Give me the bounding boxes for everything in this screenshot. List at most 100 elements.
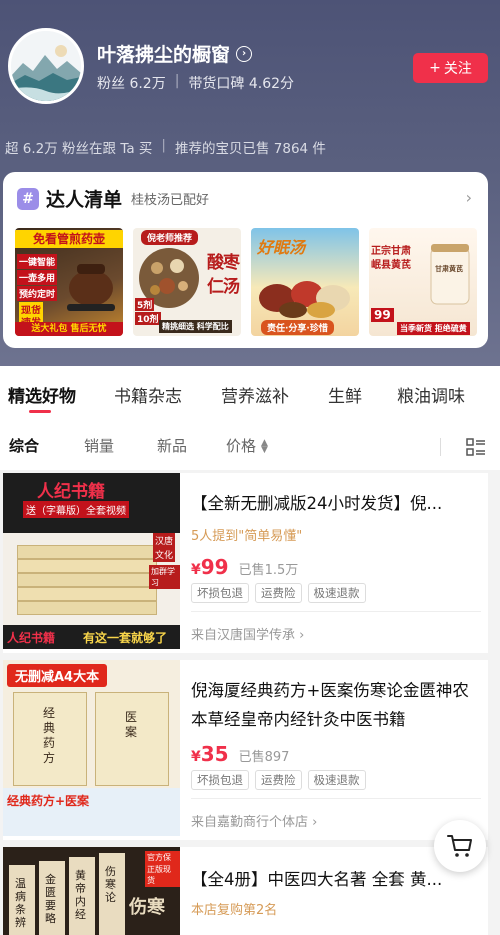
book-stack xyxy=(17,545,157,615)
sort-comprehensive[interactable]: 综合 xyxy=(9,435,39,456)
thumb-text: 送大礼包 售后无忧 xyxy=(15,322,123,336)
curated-thumb[interactable]: 免看管煎药壶 一键智能 一壶多用 预约定时 现货 速发 送大礼包 售后无忧 xyxy=(15,228,123,336)
tab-indicator xyxy=(29,410,51,413)
product-tags: 坏损包退 运费险 极速退款 xyxy=(191,583,366,603)
stats-sold: 推荐的宝贝已售 7864 件 xyxy=(174,141,326,157)
product-price: ¥35 xyxy=(191,742,229,766)
image-text: 经典药方+医案 xyxy=(7,794,90,808)
chevron-right-icon[interactable]: › xyxy=(466,188,472,207)
tab-fresh[interactable]: 生鲜 xyxy=(328,382,362,407)
curated-list-card[interactable]: # 达人清单 桂枝汤已配好 › 免看管煎药壶 一键智能 一壶多用 预约定时 现货… xyxy=(3,172,488,348)
image-text: 金匮要略 xyxy=(45,873,56,925)
shop-name[interactable]: 叶落拂尘的橱窗 › xyxy=(97,40,253,67)
thumb-text: 正宗甘肃 xyxy=(371,246,411,257)
divider: | xyxy=(174,73,180,89)
curated-thumb[interactable]: 倪老师推荐 酸 枣 仁 汤 5剂 10剂 精挑细选 科学配比 xyxy=(133,228,241,336)
product-card[interactable]: 人纪书籍 送（字幕版）全套视频 汉唐 文化 加群学习 人纪书籍 有这一套就够了 … xyxy=(3,473,488,653)
thumb-text: 当季新货 拒绝硫黄 xyxy=(397,322,470,335)
image-text: 伤寒论 xyxy=(105,865,116,904)
shop-avatar[interactable] xyxy=(8,28,84,104)
curated-subtitle: 桂枝汤已配好 xyxy=(131,193,210,208)
image-text: 医案 xyxy=(125,710,138,739)
product-tags: 坏损包退 运费险 极速退款 xyxy=(191,770,366,790)
product-title[interactable]: 【全4册】中医四大名著 全套 黄... xyxy=(191,865,475,894)
chevron-right-icon: › xyxy=(299,628,305,643)
curated-thumb[interactable]: 好眠汤 责任·分享·珍惜 xyxy=(251,228,359,336)
thumb-text: 预约定时 xyxy=(17,286,58,301)
thumb-text: 仁 xyxy=(207,277,224,297)
divider xyxy=(191,798,481,799)
shop-subinfo: 粉丝 6.2万 | 带货口碑 4.62分 xyxy=(97,73,294,93)
product-shop-link[interactable]: 来自汉唐国学传承 › xyxy=(191,624,304,643)
product-title[interactable]: 【全新无删减版24小时发货】倪... xyxy=(191,489,475,518)
image-text: 温病条辨 xyxy=(15,877,26,929)
product-price-row: ¥99 已售1.5万 xyxy=(191,555,298,579)
image-text: 正版现货 xyxy=(145,863,180,887)
thumb-text: 10剂 xyxy=(135,312,161,325)
product-image[interactable]: 人纪书籍 送（字幕版）全套视频 汉唐 文化 加群学习 人纪书籍 有这一套就够了 xyxy=(3,473,180,649)
thumb-text: 5剂 xyxy=(135,298,155,311)
thumb-text: 99 xyxy=(371,308,394,322)
sort-sales[interactable]: 销量 xyxy=(84,435,114,456)
sort-price-label: 价格 xyxy=(226,437,257,455)
shop-source: 来自嘉勤商行个体店 xyxy=(191,815,309,830)
image-text: 伤寒 xyxy=(129,897,165,918)
shop-name-text: 叶落拂尘的橱窗 xyxy=(97,44,231,66)
thumb-text: 免看管煎药壶 xyxy=(15,230,123,248)
plus-icon: + xyxy=(429,60,441,76)
shop-source: 来自汉唐国学传承 xyxy=(191,628,296,643)
service-tag: 运费险 xyxy=(255,770,302,790)
tab-nutrition[interactable]: 营养滋补 xyxy=(221,382,289,407)
service-tag: 坏损包退 xyxy=(191,770,249,790)
thumb-text: 一壶多用 xyxy=(17,270,58,285)
product-image[interactable]: 官方保障 正版现货 温病条辨 金匮要略 黄帝内经 伤寒论 伤寒 xyxy=(3,847,180,935)
product-shop-link[interactable]: 来自嘉勤商行个体店 › xyxy=(191,811,317,830)
sort-arrows-icon: ▲ ▼ xyxy=(261,437,268,455)
chevron-right-icon: › xyxy=(312,815,318,830)
image-text: 人纪书籍 xyxy=(7,631,56,645)
cart-icon xyxy=(447,835,472,857)
product-image[interactable]: 无删减A4大本 经典药方 医案 经典药方+医案 xyxy=(3,660,180,836)
product-hint: 本店复购第2名 xyxy=(191,903,278,918)
service-tag: 极速退款 xyxy=(307,583,366,603)
service-tag: 运费险 xyxy=(255,583,302,603)
image-text: 黄帝内经 xyxy=(75,869,86,921)
list-view-icon[interactable] xyxy=(466,438,486,456)
product-card[interactable]: 无删减A4大本 经典药方 医案 经典药方+医案 倪海厦经典药方+医案伤寒论金匮神… xyxy=(3,660,488,840)
rating-score: 带货口碑 4.62分 xyxy=(188,76,295,92)
image-text: 送（字幕版）全套视频 xyxy=(23,501,129,518)
curated-title: 达人清单 xyxy=(46,189,123,211)
tab-selected-goods[interactable]: 精选好物 xyxy=(8,382,76,407)
follow-label: 关注 xyxy=(443,61,472,77)
sort-new[interactable]: 新品 xyxy=(157,435,187,456)
divider: | xyxy=(161,137,166,153)
thumb-text: 一键智能 xyxy=(17,254,58,269)
thumb-text: 好眠汤 xyxy=(257,238,306,257)
product-title[interactable]: 倪海厦经典药方+医案伤寒论金匮神农本草经皇帝内经针灸中医书籍 xyxy=(191,676,475,734)
tab-books[interactable]: 书籍杂志 xyxy=(114,382,182,407)
fans-count: 粉丝 6.2万 xyxy=(97,76,166,92)
shop-stats: 超 6.2万 粉丝在跟 Ta 买 | 推荐的宝贝已售 7864 件 xyxy=(5,137,326,157)
hashtag-icon: # xyxy=(17,187,39,210)
thumb-text: 岷县黄芪 xyxy=(371,260,411,271)
curated-thumb[interactable]: 正宗甘肃 岷县黄芪 甘肃黄芪 99 当季新货 拒绝硫黄 xyxy=(369,228,477,336)
product-price-row: ¥35 已售897 xyxy=(191,742,289,766)
price-value: 35 xyxy=(200,742,229,766)
currency-symbol: ¥ xyxy=(191,562,201,578)
image-text: 无删减A4大本 xyxy=(7,664,108,687)
thumb-text: 精挑细选 科学配比 xyxy=(159,320,232,333)
thumb-text: 甘肃黄芪 xyxy=(435,265,463,273)
divider xyxy=(191,611,481,612)
cart-button[interactable] xyxy=(434,820,486,872)
tab-grain-oil[interactable]: 粮油调味 xyxy=(397,382,465,407)
product-card[interactable]: 官方保障 正版现货 温病条辨 金匮要略 黄帝内经 伤寒论 伤寒 【全4册】中医四… xyxy=(3,847,488,935)
image-text: 加群学习 xyxy=(149,565,180,589)
sort-price[interactable]: 价格 ▲ ▼ xyxy=(226,435,268,456)
chevron-right-icon[interactable]: › xyxy=(236,45,253,62)
divider xyxy=(440,438,441,456)
sold-count: 已售897 xyxy=(238,750,290,765)
image-text: 有这一套就够了 xyxy=(83,631,168,645)
follow-button[interactable]: + 关注 xyxy=(413,53,488,83)
image-text: 人纪书籍 xyxy=(37,482,105,502)
thumb-text: 汤 xyxy=(223,277,240,297)
